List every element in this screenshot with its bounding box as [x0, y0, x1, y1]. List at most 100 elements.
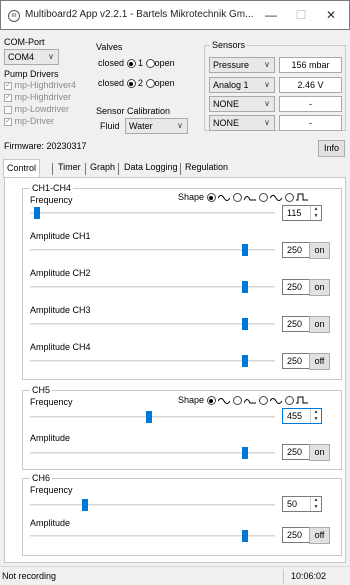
- frequency-slider-track[interactable]: [30, 212, 275, 214]
- valve-state-label: closed: [98, 78, 125, 88]
- pump-driver-checkbox[interactable]: mp-Lowdriver: [4, 104, 69, 114]
- shape-radio[interactable]: [258, 193, 268, 203]
- checkbox-icon: [4, 116, 12, 126]
- amplitude-ch2-slider-track[interactable]: [30, 286, 275, 288]
- ch6-frequency-spinbox[interactable]: 50 ▲ ▼: [282, 496, 322, 512]
- ch5-frequency-spinbox[interactable]: 455 ▲ ▼: [282, 408, 322, 424]
- ch5-frequency-value: 455: [287, 411, 303, 421]
- spin-arrows-icon[interactable]: ▲▼: [310, 409, 321, 423]
- amplitude-ch1-slider-track[interactable]: [30, 249, 275, 251]
- sensor-type-value: Analog 1: [213, 80, 249, 90]
- ch1-on-button[interactable]: on: [309, 242, 330, 259]
- sensor-value: 2.46 V: [279, 77, 342, 93]
- tab-regulation[interactable]: Regulation: [182, 159, 231, 177]
- ch6-amplitude-value: 250: [287, 530, 303, 540]
- amplitude-ch4-slider-track[interactable]: [30, 360, 275, 362]
- ch5-frequency-slider-thumb[interactable]: [146, 411, 152, 423]
- sensor-type-select[interactable]: Pressure ∨: [209, 57, 275, 73]
- amplitude-ch3-slider-track[interactable]: [30, 323, 275, 325]
- amplitude-ch4-label: Amplitude CH4: [30, 342, 91, 352]
- checkbox-icon: [4, 92, 12, 102]
- square-wave-icon: [296, 193, 309, 201]
- sensors-label: Sensors: [210, 40, 248, 50]
- shape-radio[interactable]: [258, 396, 268, 406]
- valve-number: 2: [138, 78, 144, 88]
- shape-selector: Shape: [178, 395, 309, 406]
- square-wave-icon: [296, 396, 309, 404]
- sine-wave-icon: [218, 398, 231, 405]
- sensor-type-select[interactable]: NONE ∨: [209, 96, 275, 112]
- frequency-slider-thumb[interactable]: [34, 207, 40, 219]
- shape-label: Shape: [178, 192, 205, 202]
- valve-number: 1: [138, 58, 144, 68]
- ch3-on-button[interactable]: on: [309, 316, 330, 333]
- shape-radio[interactable]: [206, 396, 216, 406]
- info-button[interactable]: Info: [318, 140, 345, 157]
- amplitude-ch2-label: Amplitude CH2: [30, 268, 91, 278]
- ch6-amplitude-slider-track[interactable]: [30, 535, 275, 537]
- pump-driver-checkbox[interactable]: mp-Highdriver: [4, 92, 71, 102]
- spin-arrows-icon[interactable]: ▲▼: [310, 497, 321, 511]
- sensor-type-select[interactable]: Analog 1 ∨: [209, 77, 275, 93]
- fluid-label: Fluid: [100, 121, 120, 131]
- pump-driver-checkbox[interactable]: mp-Driver: [4, 116, 54, 126]
- pump-driver-label: mp-Highdriver: [14, 92, 72, 102]
- sine-wave-icon: [270, 398, 283, 405]
- amplitude-ch1-slider-thumb[interactable]: [242, 244, 248, 256]
- sensor-type-select[interactable]: NONE ∨: [209, 115, 275, 131]
- close-button[interactable]: ✕: [319, 5, 343, 25]
- valve-open-radio[interactable]: [145, 59, 155, 69]
- valve-row: closed 2 open: [98, 78, 175, 89]
- tab-timer[interactable]: Timer: [55, 159, 84, 177]
- shape-radio[interactable]: [232, 193, 242, 203]
- pump-driver-checkbox[interactable]: mp-Highdriver4: [4, 80, 76, 90]
- amplitude-ch2-slider-thumb[interactable]: [242, 281, 248, 293]
- com-port-value: COM4: [8, 52, 35, 62]
- valves-label: Valves: [96, 42, 123, 52]
- ch6-frequency-value: 50: [287, 499, 298, 509]
- fluid-select[interactable]: Water ∨: [125, 118, 188, 134]
- maximize-button[interactable]: ☐: [289, 5, 313, 25]
- shape-radio[interactable]: [284, 193, 294, 203]
- tab-separator: [180, 163, 181, 175]
- tab-control[interactable]: Control: [3, 159, 41, 178]
- fluid-value: Water: [129, 121, 153, 131]
- shape-radio[interactable]: [206, 193, 216, 203]
- ch5-frequency-slider-track[interactable]: [30, 416, 275, 418]
- shape-radio[interactable]: [232, 396, 242, 406]
- pump-drivers-label: Pump Drivers: [4, 69, 59, 79]
- ch4-off-button[interactable]: off: [309, 353, 330, 370]
- ch5-on-button[interactable]: on: [309, 444, 330, 461]
- chevron-down-icon: ∨: [264, 118, 270, 127]
- amplitude-ch3-slider-thumb[interactable]: [242, 318, 248, 330]
- sensor-value: -: [279, 96, 342, 112]
- frequency-spinbox[interactable]: 115 ▲ ▼: [282, 205, 322, 221]
- tab-separator: [52, 163, 53, 175]
- spin-arrows-icon[interactable]: ▲▼: [310, 206, 321, 220]
- tab-data-logging[interactable]: Data Logging: [121, 159, 181, 177]
- minimize-button[interactable]: —: [259, 5, 283, 25]
- valve-closed-radio[interactable]: [126, 59, 136, 69]
- amplitude-ch4-slider-thumb[interactable]: [242, 355, 248, 367]
- ch6-amplitude-slider-thumb[interactable]: [242, 530, 248, 542]
- shape-radio[interactable]: [284, 396, 294, 406]
- title-bar[interactable]: m Multiboard2 App v2.2.1 - Bartels Mikro…: [0, 0, 350, 30]
- ch5-amplitude-slider-track[interactable]: [30, 452, 275, 454]
- ch2-on-button[interactable]: on: [309, 279, 330, 296]
- valve-open-radio[interactable]: [145, 79, 155, 89]
- ch6-off-button[interactable]: off: [309, 527, 330, 544]
- com-port-select[interactable]: COM4 ∨: [4, 49, 59, 65]
- sine-wave-icon: [218, 195, 231, 202]
- tab-graph[interactable]: Graph: [87, 159, 118, 177]
- ch5-amplitude-label: Amplitude: [30, 433, 71, 443]
- sensor-value: -: [279, 115, 342, 131]
- valve-closed-radio[interactable]: [126, 79, 136, 89]
- ch6-frequency-slider-track[interactable]: [30, 504, 275, 506]
- amplitude-ch1-label: Amplitude CH1: [30, 231, 91, 241]
- ch5-amplitude-slider-thumb[interactable]: [242, 447, 248, 459]
- chevron-down-icon: ∨: [264, 80, 270, 89]
- status-bar: Not recording 10:06:02: [0, 566, 350, 585]
- tab-separator: [118, 163, 119, 175]
- ch6-frequency-slider-thumb[interactable]: [82, 499, 88, 511]
- recording-status: Not recording: [2, 571, 57, 581]
